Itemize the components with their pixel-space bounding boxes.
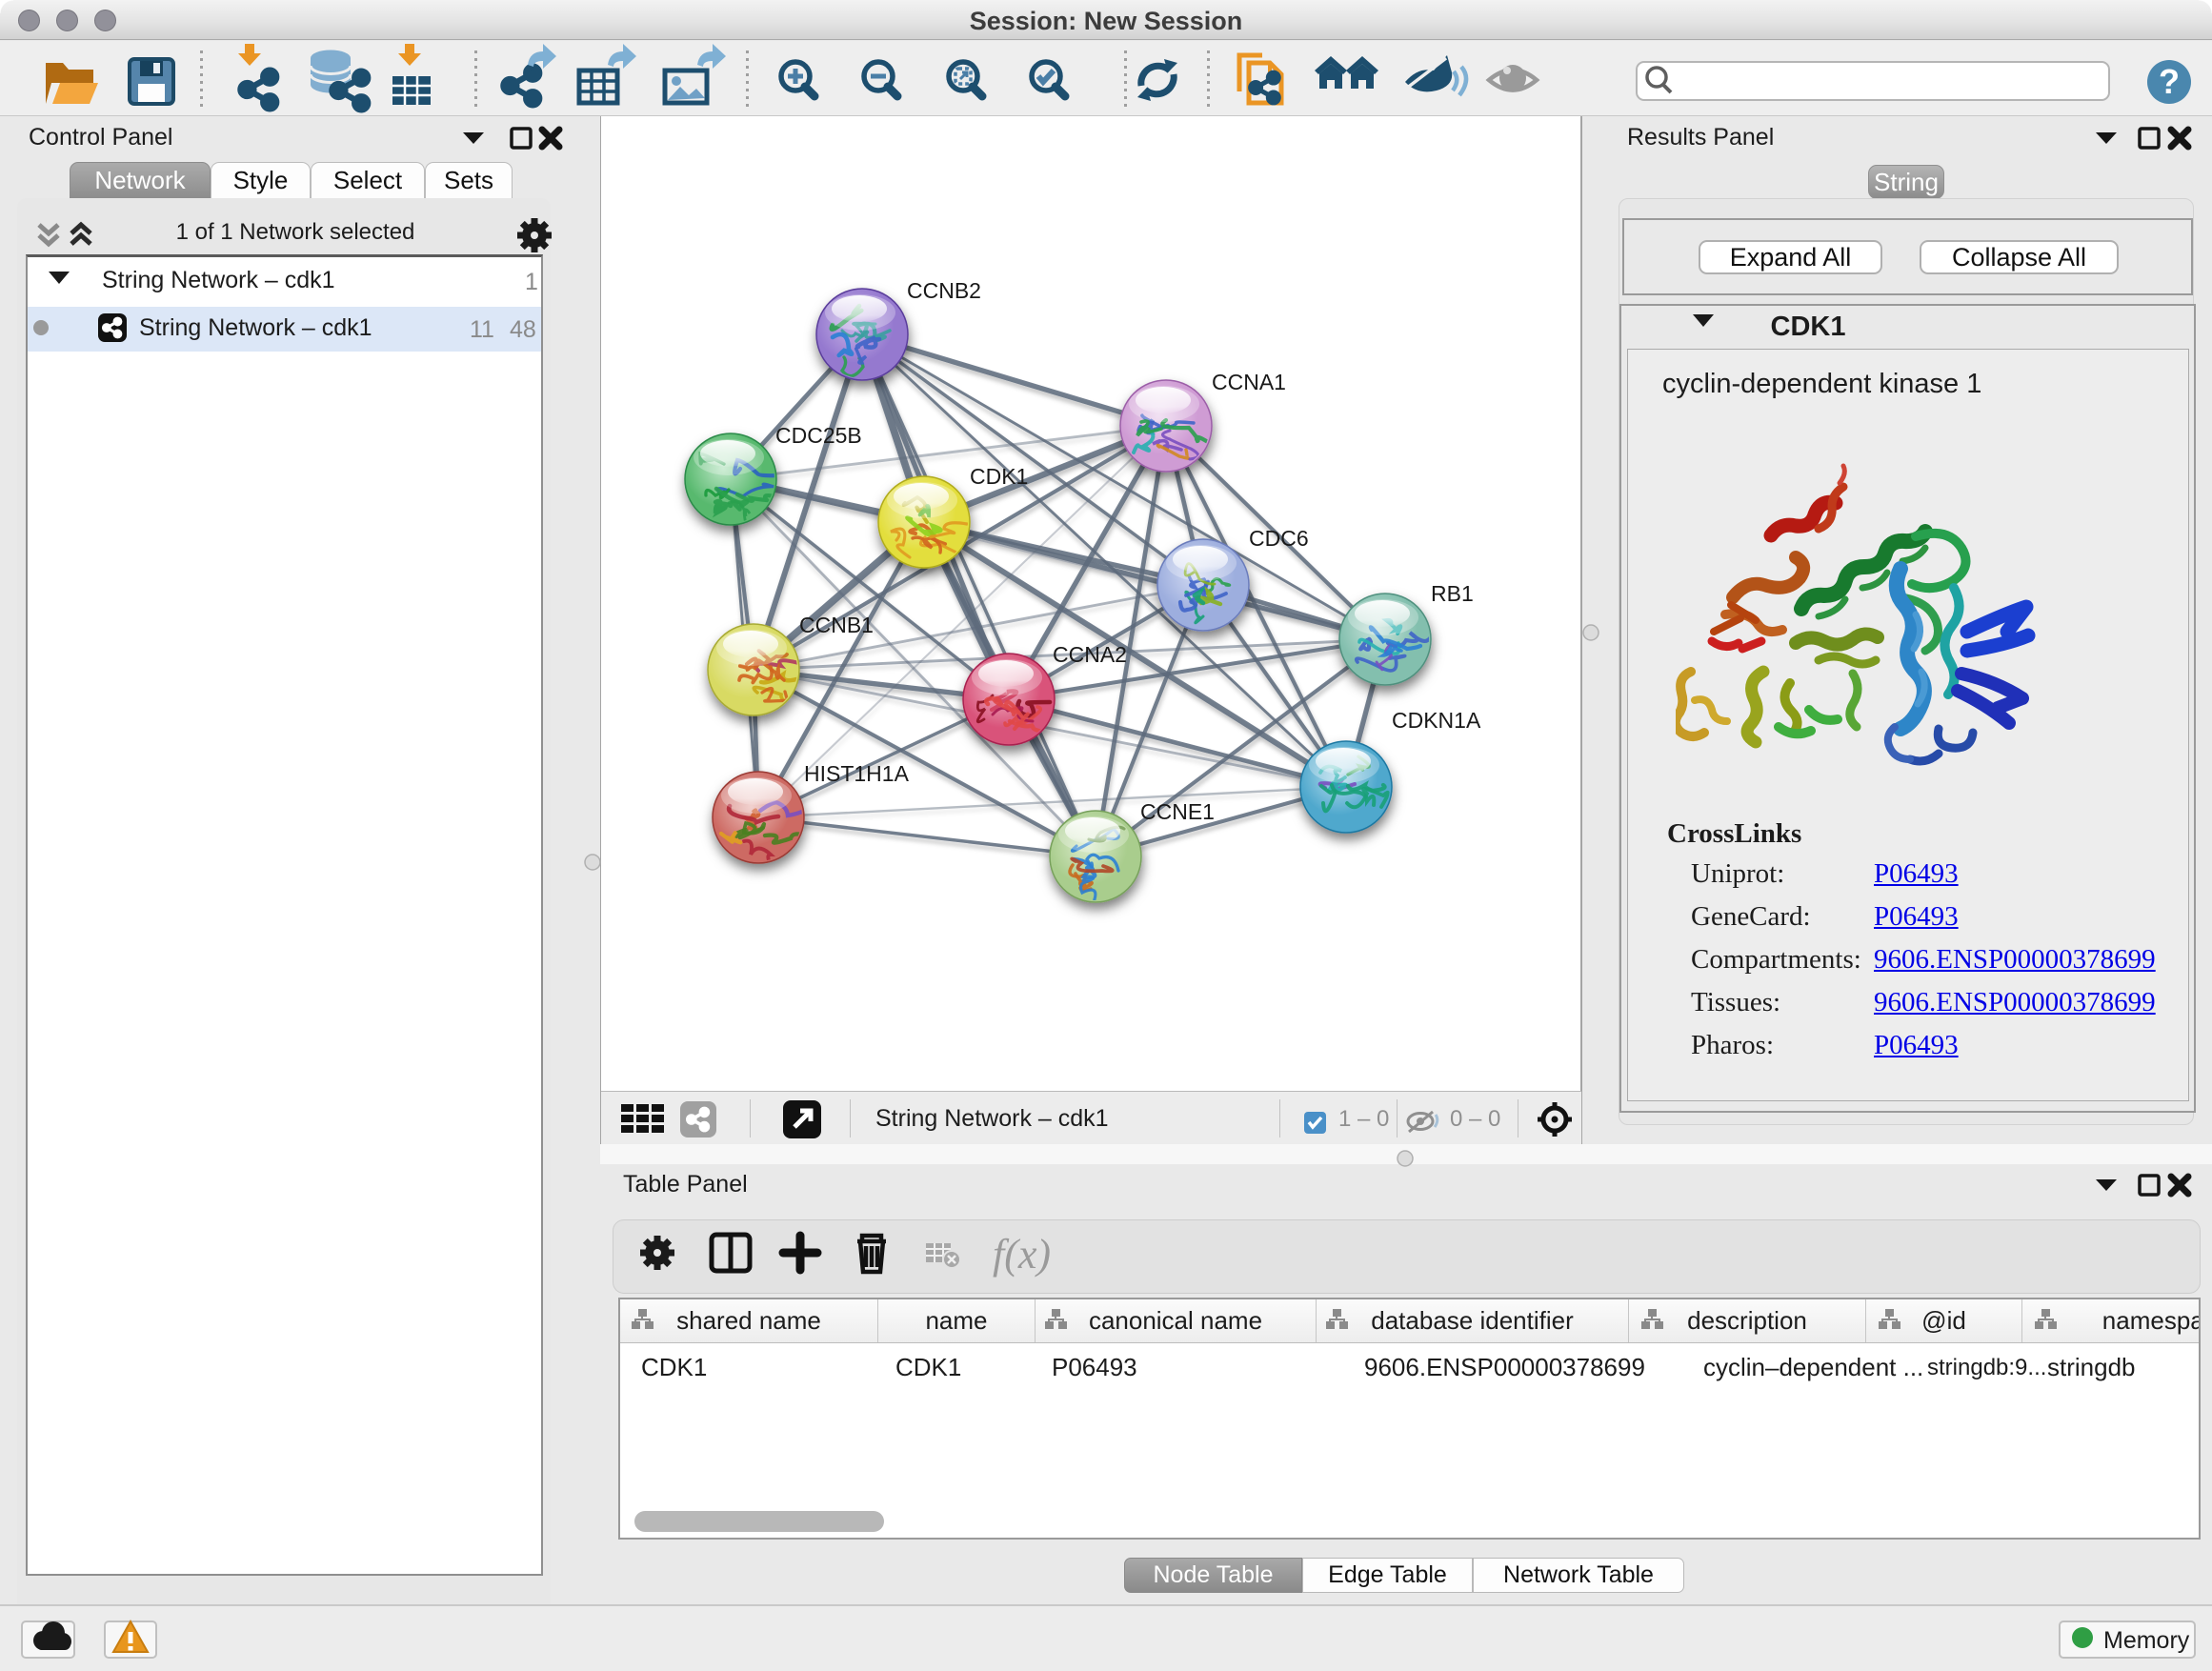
svg-text:CCNB2: CCNB2: [907, 278, 981, 303]
svg-text:CDC6: CDC6: [1249, 526, 1309, 551]
svg-text:HIST1H1A: HIST1H1A: [804, 761, 910, 786]
svg-text:CCNA1: CCNA1: [1212, 370, 1286, 394]
svg-text:CCNA2: CCNA2: [1053, 642, 1127, 667]
svg-text:CCNB1: CCNB1: [799, 613, 874, 637]
svg-text:RB1: RB1: [1431, 581, 1474, 606]
svg-text:CDC25B: CDC25B: [775, 423, 862, 448]
svg-text:CCNE1: CCNE1: [1140, 799, 1215, 824]
svg-text:CDKN1A: CDKN1A: [1392, 708, 1481, 733]
svg-text:CDK1: CDK1: [970, 464, 1028, 489]
